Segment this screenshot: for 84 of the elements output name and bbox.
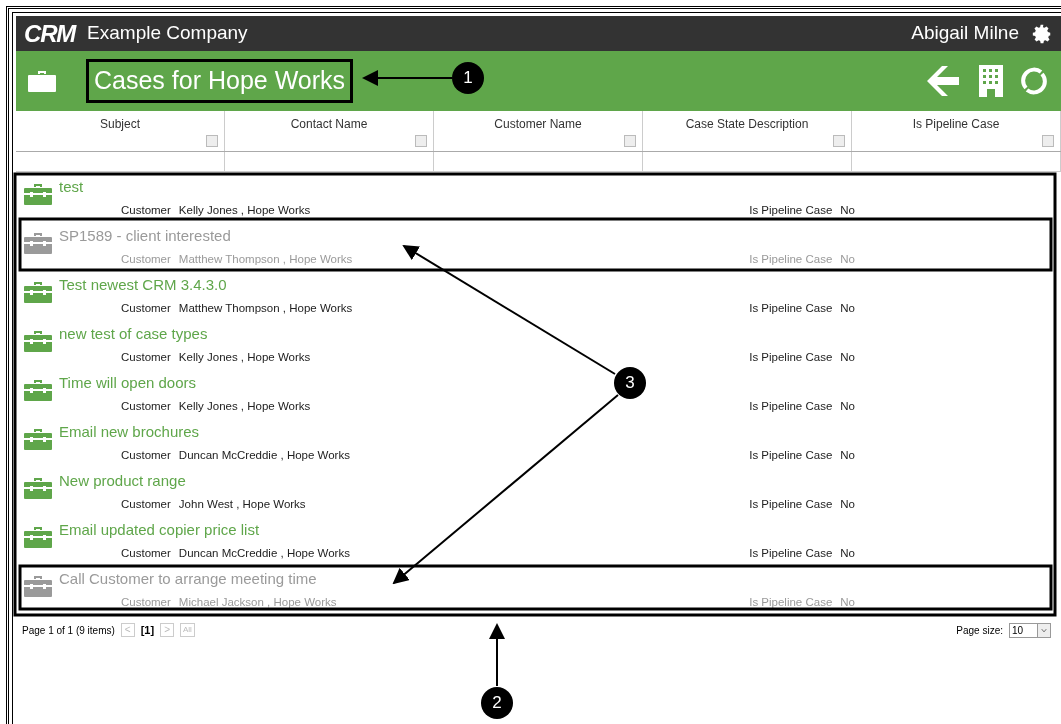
column-header[interactable]: Contact Name bbox=[225, 111, 434, 151]
case-subject[interactable]: SP1589 - client interested bbox=[59, 227, 231, 245]
field-label: Is Pipeline Case bbox=[749, 448, 833, 463]
page-size-select[interactable]: 10 bbox=[1009, 622, 1051, 638]
column-header[interactable]: Subject bbox=[16, 111, 225, 151]
case-subject[interactable]: Call Customer to arrange meeting time bbox=[59, 570, 317, 588]
field-label: Customer bbox=[121, 301, 171, 316]
briefcase-icon bbox=[24, 232, 52, 254]
building-icon[interactable] bbox=[979, 65, 1003, 97]
page-size-label: Page size: bbox=[956, 623, 1003, 638]
field-label: Customer bbox=[121, 399, 171, 414]
field-label: Customer bbox=[121, 252, 171, 267]
previous-page-button[interactable]: < bbox=[120, 623, 135, 638]
case-subject[interactable]: Test newest CRM 3.4.3.0 bbox=[59, 276, 227, 294]
case-subject[interactable]: Time will open doors bbox=[59, 374, 196, 392]
logo: CRM bbox=[24, 18, 76, 49]
filter-icon[interactable] bbox=[1042, 135, 1054, 147]
field-label: Is Pipeline Case bbox=[749, 546, 833, 561]
filter-icon[interactable] bbox=[415, 135, 427, 147]
field-label: Is Pipeline Case bbox=[749, 301, 833, 316]
filter-icon[interactable] bbox=[833, 135, 845, 147]
customer-value: Duncan McCreddie , Hope Works bbox=[178, 448, 350, 463]
briefcase-icon bbox=[24, 575, 52, 597]
field-label: Is Pipeline Case bbox=[749, 203, 833, 218]
field-label: Customer bbox=[121, 350, 171, 365]
company-name: Example Company bbox=[87, 21, 248, 46]
briefcase-icon bbox=[28, 70, 56, 92]
column-header[interactable]: Customer Name bbox=[434, 111, 643, 151]
field-label: Is Pipeline Case bbox=[749, 350, 833, 365]
field-label: Customer bbox=[121, 546, 171, 561]
briefcase-icon bbox=[24, 428, 52, 450]
pipeline-value: No bbox=[840, 301, 855, 316]
callout-number: 3 bbox=[614, 367, 646, 399]
user-name[interactable]: Abigail Milne bbox=[911, 19, 1019, 48]
field-label: Is Pipeline Case bbox=[749, 252, 833, 267]
customer-value: Matthew Thompson , Hope Works bbox=[178, 252, 353, 267]
customer-value: Matthew Thompson , Hope Works bbox=[178, 301, 353, 316]
field-label: Is Pipeline Case bbox=[749, 595, 833, 610]
page-summary: Page 1 of 1 (9 items) bbox=[22, 623, 115, 638]
field-label: Is Pipeline Case bbox=[749, 497, 833, 512]
pipeline-value: No bbox=[840, 203, 855, 218]
column-header[interactable]: Is Pipeline Case bbox=[852, 111, 1061, 151]
case-subject[interactable]: Email updated copier price list bbox=[59, 521, 260, 539]
page-title: Cases for Hope Works bbox=[94, 65, 345, 97]
filter-icon[interactable] bbox=[624, 135, 636, 147]
settings-icon[interactable] bbox=[1031, 22, 1053, 45]
callout-number: 2 bbox=[481, 687, 513, 719]
pipeline-value: No bbox=[840, 497, 855, 512]
pipeline-value: No bbox=[840, 350, 855, 365]
refresh-icon[interactable] bbox=[1019, 66, 1049, 96]
all-pages-button[interactable]: All bbox=[179, 623, 195, 638]
customer-value: Kelly Jones , Hope Works bbox=[178, 399, 311, 414]
briefcase-icon bbox=[24, 183, 52, 205]
pipeline-value: No bbox=[840, 252, 855, 267]
customer-value: John West , Hope Works bbox=[178, 497, 306, 512]
case-subject[interactable]: test bbox=[59, 178, 84, 196]
customer-value: Kelly Jones , Hope Works bbox=[178, 203, 311, 218]
briefcase-icon bbox=[24, 379, 52, 401]
field-label: Customer bbox=[121, 448, 171, 463]
field-label: Is Pipeline Case bbox=[749, 399, 833, 414]
chevron-down-icon[interactable] bbox=[1037, 623, 1050, 637]
customer-value: Kelly Jones , Hope Works bbox=[178, 350, 311, 365]
pipeline-value: No bbox=[840, 399, 855, 414]
current-page[interactable]: [1] bbox=[140, 622, 155, 639]
briefcase-icon bbox=[24, 330, 52, 352]
case-subject[interactable]: new test of case types bbox=[59, 325, 208, 343]
pipeline-value: No bbox=[840, 448, 855, 463]
pipeline-value: No bbox=[840, 546, 855, 561]
briefcase-icon bbox=[24, 477, 52, 499]
back-arrow-icon[interactable] bbox=[927, 66, 959, 96]
briefcase-icon bbox=[24, 281, 52, 303]
field-label: Customer bbox=[121, 497, 171, 512]
field-label: Customer bbox=[121, 203, 171, 218]
case-subject[interactable]: Email new brochures bbox=[59, 423, 200, 441]
briefcase-icon bbox=[24, 526, 52, 548]
next-page-button[interactable]: > bbox=[160, 623, 174, 638]
filter-icon[interactable] bbox=[206, 135, 218, 147]
pipeline-value: No bbox=[840, 595, 855, 610]
customer-value: Duncan McCreddie , Hope Works bbox=[178, 546, 350, 561]
customer-value: Michael Jackson , Hope Works bbox=[178, 595, 337, 610]
column-header[interactable]: Case State Description bbox=[643, 111, 852, 151]
callout-arrow bbox=[489, 623, 505, 687]
field-label: Customer bbox=[121, 595, 171, 610]
case-subject[interactable]: New product range bbox=[59, 472, 186, 490]
